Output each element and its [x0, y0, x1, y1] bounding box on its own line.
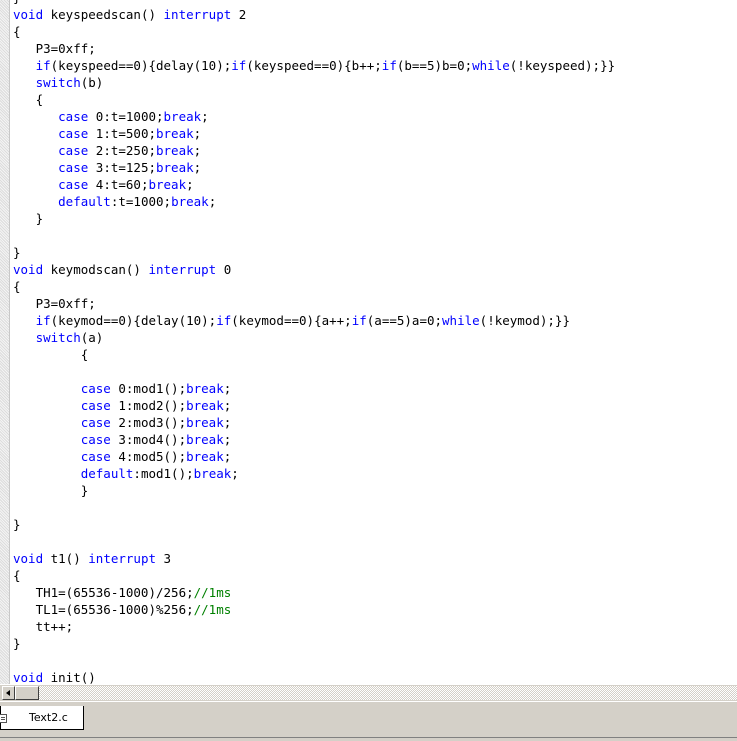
tab-bar-border [0, 701, 737, 707]
code-line: case 1:mod2();break; [80, 398, 232, 413]
tab-label: Text2.c [29, 711, 68, 724]
code-line: P3=0xff; [13, 41, 96, 56]
code-line: P3=0xff; [13, 296, 96, 311]
file-tab-bar: Text2.c [0, 701, 737, 741]
horizontal-scrollbar[interactable] [0, 684, 737, 701]
code-line: { [13, 568, 21, 583]
scroll-thumb[interactable] [15, 686, 39, 700]
document-icon [0, 713, 9, 723]
code-line: case 3:t=125;break; [58, 160, 202, 175]
code-line: } [13, 517, 21, 532]
code-line: default:mod1();break; [80, 466, 239, 481]
code-line: case 1:t=500;break; [58, 126, 202, 141]
code-line: switch(a) [35, 330, 104, 345]
code-line: case 2:mod3();break; [80, 415, 232, 430]
code-line: } [13, 211, 44, 226]
code-line: tt++; [13, 619, 74, 634]
code-line: { [13, 24, 21, 39]
code-line: { [13, 347, 89, 362]
code-line: TL1=(65536-1000)%256;//1ms [13, 602, 232, 617]
tab-text2-c[interactable]: Text2.c [0, 706, 84, 730]
editor-gutter [0, 0, 10, 684]
scroll-left-arrow-icon[interactable] [2, 686, 15, 700]
code-line: case 4:mod5();break; [80, 449, 232, 464]
code-line: case 0:t=1000;break; [58, 109, 209, 124]
code-line: { [13, 92, 44, 107]
code-line: } [13, 245, 21, 260]
code-text: } void keyspeedscan() interrupt 2 { P3=0xf… [13, 0, 615, 684]
code-line: case 3:mod4();break; [80, 432, 232, 447]
code-line: if(keymod==0){delay(10);if(keymod==0){a+… [35, 313, 570, 328]
code-line: case 4:t=60;break; [58, 177, 194, 192]
code-line: void keymodscan() interrupt 0 [13, 262, 232, 277]
code-line: void keyspeedscan() interrupt 2 [13, 7, 247, 22]
code-line: void init() [13, 670, 96, 684]
code-line: } [13, 483, 89, 498]
code-line: if(keyspeed==0){delay(10);if(keyspeed==0… [35, 58, 616, 73]
code-line: switch(b) [35, 75, 104, 90]
scroll-track[interactable] [39, 686, 737, 700]
code-line: { [13, 279, 21, 294]
code-line: } [13, 636, 21, 651]
code-line: void t1() interrupt 3 [13, 551, 172, 566]
code-line: TH1=(65536-1000)/256;//1ms [13, 585, 232, 600]
code-line: default:t=1000;break; [58, 194, 217, 209]
code-line: case 0:mod1();break; [80, 381, 232, 396]
code-editor[interactable]: } void keyspeedscan() interrupt 2 { P3=0xf… [0, 0, 737, 684]
tab-bar-divider [0, 737, 737, 738]
code-line: case 2:t=250;break; [58, 143, 202, 158]
